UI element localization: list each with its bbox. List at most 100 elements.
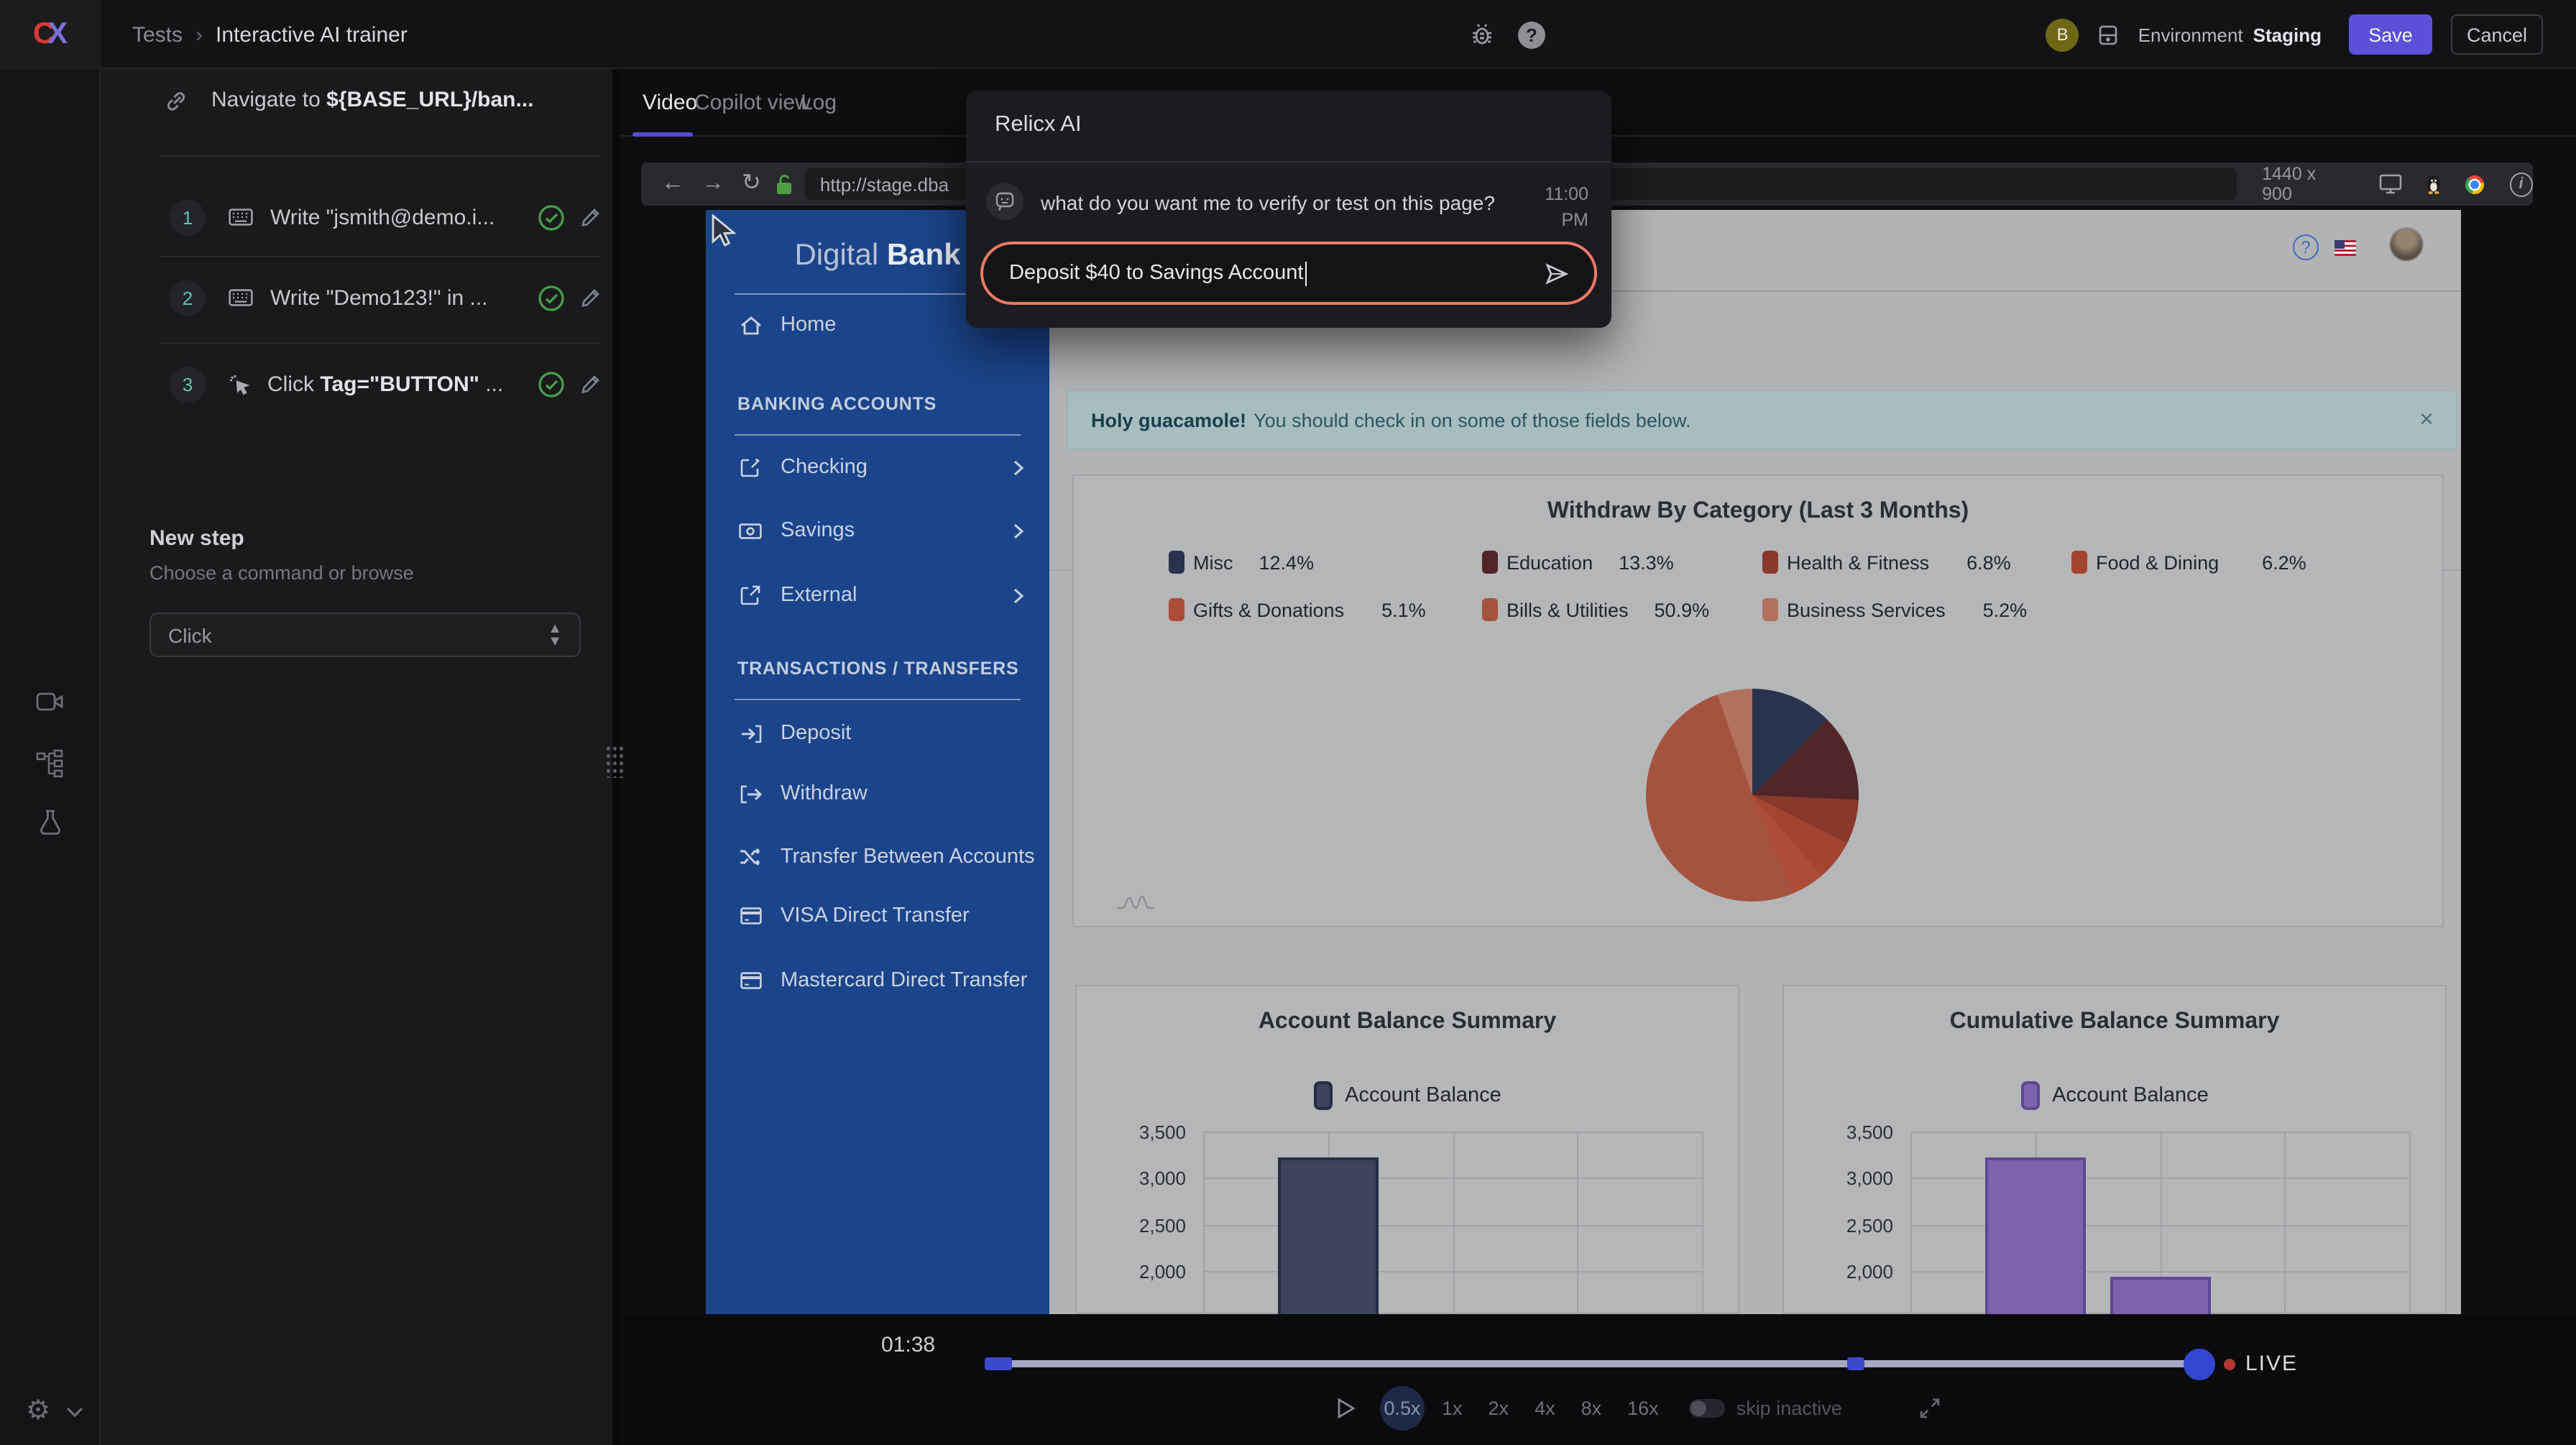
help-icon[interactable]: ? bbox=[1518, 22, 1545, 49]
edit-step-icon[interactable] bbox=[579, 206, 601, 228]
skip-inactive-toggle[interactable] bbox=[1689, 1398, 1725, 1417]
test-step-1[interactable]: 1 Write "jsmith@demo.i... bbox=[170, 196, 601, 239]
y-tick: 3,500 bbox=[1085, 1121, 1186, 1143]
speed-16x[interactable]: 16x bbox=[1627, 1397, 1659, 1418]
us-flag-icon bbox=[2334, 240, 2356, 256]
relicx-ai-popup: Relicx AI what do you want me to verify … bbox=[966, 91, 1611, 328]
session-video-viewport[interactable]: ? Digital Bank Home BANKING ACCOUNTS Che… bbox=[706, 210, 2461, 1314]
chrome-browser-icon bbox=[2465, 175, 2483, 193]
monitor-icon[interactable] bbox=[2379, 174, 2402, 194]
playback-time: 01:38 bbox=[881, 1333, 935, 1357]
timeline-knob[interactable] bbox=[2184, 1349, 2215, 1380]
test-step-3[interactable]: 3 Click Tag="BUTTON" ... bbox=[170, 362, 601, 405]
command-select-value: Click bbox=[168, 623, 212, 646]
flow-tree-icon[interactable] bbox=[35, 749, 64, 778]
avatar[interactable]: B bbox=[2046, 18, 2079, 51]
video-camera-icon[interactable] bbox=[35, 690, 64, 713]
tab-video[interactable]: Video bbox=[643, 69, 697, 135]
chevron-right-icon bbox=[1013, 587, 1024, 603]
legend-item: Business Services 5.2% bbox=[1762, 598, 2027, 621]
legend-swatch bbox=[1169, 598, 1184, 621]
save-button[interactable]: Save bbox=[2349, 14, 2432, 55]
browser-back-icon[interactable]: ← bbox=[661, 173, 684, 196]
shuffle-icon bbox=[737, 848, 763, 866]
legend-item: Health & Fitness 6.8% bbox=[1762, 551, 2011, 574]
step-label: Write "Demo123!" in ... bbox=[270, 285, 526, 310]
edit-square-icon bbox=[737, 457, 763, 477]
sparkline-icon bbox=[1117, 893, 1154, 910]
tab-copilot-view[interactable]: Copilot view bbox=[694, 69, 811, 135]
keyboard-icon bbox=[229, 289, 253, 306]
navigate-step[interactable]: Navigate to ${BASE_URL}/ban... bbox=[164, 86, 595, 115]
step-number: 1 bbox=[170, 199, 206, 235]
environment-icon bbox=[2098, 24, 2120, 45]
bank-nav-savings: Savings bbox=[706, 509, 1049, 552]
chat-bot-icon bbox=[986, 183, 1024, 220]
legend-swatch bbox=[2071, 551, 2087, 574]
gridline bbox=[2284, 1132, 2286, 1314]
alert-bold-text: Holy guacamole! bbox=[1091, 409, 1246, 431]
step-success-icon bbox=[538, 370, 565, 398]
message-timestamp: 11:00 PM bbox=[1528, 181, 1588, 233]
speed-4x[interactable]: 4x bbox=[1535, 1397, 1555, 1418]
divider bbox=[160, 342, 601, 344]
cumulative-balance-bar bbox=[2110, 1277, 2211, 1314]
legend-item: Education 13.3% bbox=[1482, 551, 1674, 574]
y-tick: 2,000 bbox=[1085, 1261, 1186, 1283]
sign-in-icon bbox=[737, 724, 763, 743]
step-label: Write "jsmith@demo.i... bbox=[270, 205, 526, 229]
send-icon[interactable] bbox=[1545, 262, 1568, 284]
panel-drag-handle[interactable] bbox=[604, 743, 624, 778]
app-topbar: CX Tests › Interactive AI trainer ? B En… bbox=[0, 0, 2576, 69]
topbar-right-group: B Environment Staging Save Cancel bbox=[2046, 0, 2543, 69]
speed-8x[interactable]: 8x bbox=[1581, 1397, 1602, 1418]
navigate-step-label: Navigate to ${BASE_URL}/ban... bbox=[211, 86, 534, 115]
app-logo[interactable]: CX bbox=[0, 0, 101, 69]
keyboard-icon bbox=[229, 208, 253, 226]
timeline-start-segment bbox=[985, 1357, 1012, 1370]
y-tick: 3,500 bbox=[1793, 1121, 1893, 1143]
gridline bbox=[2409, 1132, 2411, 1314]
speed-2x[interactable]: 2x bbox=[1489, 1397, 1509, 1418]
info-icon[interactable]: i bbox=[2509, 172, 2533, 196]
alert-close-icon[interactable]: × bbox=[2419, 405, 2434, 434]
cancel-button[interactable]: Cancel bbox=[2451, 14, 2543, 55]
ai-instruction-input[interactable]: Deposit $40 to Savings Account bbox=[980, 242, 1597, 305]
cumulative-balance-bar bbox=[1985, 1157, 2086, 1314]
test-steps-panel: Navigate to ${BASE_URL}/ban... 1 Write "… bbox=[101, 69, 612, 1445]
environment-value[interactable]: Staging bbox=[2253, 24, 2322, 45]
test-step-2[interactable]: 2 Write "Demo123!" in ... bbox=[170, 276, 601, 319]
browser-forward-icon[interactable]: → bbox=[702, 173, 724, 196]
cumulative-balance-summary-card: Cumulative Balance Summary Account Balan… bbox=[1782, 985, 2447, 1314]
step-number: 3 bbox=[170, 366, 206, 402]
chevron-down-icon[interactable] bbox=[66, 1406, 83, 1418]
speed-1x[interactable]: 1x bbox=[1442, 1397, 1463, 1418]
withdraw-category-pie bbox=[1646, 689, 1859, 902]
gridline bbox=[1203, 1132, 1702, 1133]
active-tab-underline bbox=[632, 132, 693, 137]
edit-step-icon[interactable] bbox=[579, 287, 601, 308]
y-tick: 3,000 bbox=[1793, 1168, 1893, 1189]
popup-title: Relicx AI bbox=[995, 112, 1082, 138]
bug-icon[interactable] bbox=[1469, 22, 1495, 47]
playback-controls: 0.5x 1x 2x 4x 8x 16x skip inactive bbox=[1337, 1379, 2343, 1436]
select-chevrons-icon: ▲▼ bbox=[548, 622, 562, 648]
breadcrumb-tests-link[interactable]: Tests bbox=[132, 22, 183, 47]
browser-refresh-icon[interactable]: ↻ bbox=[742, 173, 761, 196]
edit-step-icon[interactable] bbox=[579, 373, 601, 395]
tab-log[interactable]: Log bbox=[801, 69, 837, 135]
bank-nav-mastercard: Mastercard Direct Transfer bbox=[706, 959, 1049, 1002]
speed-0-5x[interactable]: 0.5x bbox=[1380, 1385, 1425, 1430]
play-icon[interactable] bbox=[1337, 1397, 1356, 1418]
fullscreen-icon[interactable] bbox=[1920, 1397, 1941, 1418]
flask-icon[interactable] bbox=[37, 809, 63, 838]
command-select[interactable]: Click ▲▼ bbox=[150, 613, 581, 657]
gear-icon[interactable]: ⚙ bbox=[26, 1398, 50, 1425]
ai-input-value: Deposit $40 to Savings Account bbox=[1009, 262, 1304, 285]
credit-card-icon bbox=[737, 907, 763, 925]
gridline bbox=[1577, 1132, 1578, 1314]
timeline-track[interactable] bbox=[985, 1360, 2209, 1367]
step-label: Click Tag="BUTTON" ... bbox=[267, 372, 523, 396]
timeline-marker[interactable] bbox=[1847, 1357, 1864, 1370]
left-icon-rail: ⚙ + bbox=[0, 69, 101, 1445]
